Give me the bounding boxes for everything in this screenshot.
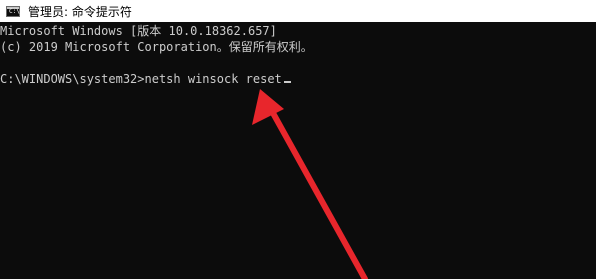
command-prompt-window: C:\ 管理员: 命令提示符 Microsoft Windows [版本 10.… [0, 0, 596, 279]
window-title: 管理员: 命令提示符 [28, 4, 132, 19]
typed-command: netsh winsock reset [144, 72, 282, 86]
title-bar[interactable]: C:\ 管理员: 命令提示符 [0, 0, 596, 22]
console-output[interactable]: Microsoft Windows [版本 10.0.18362.657] (c… [0, 23, 596, 279]
command-line[interactable]: C:\WINDOWS\system32>netsh winsock reset [0, 71, 596, 87]
text-cursor [283, 81, 291, 83]
prompt-path: C:\WINDOWS\system32> [0, 72, 145, 86]
cmd-console-icon: C:\ [6, 5, 20, 17]
copyright-line: (c) 2019 Microsoft Corporation。保留所有权利。 [0, 40, 313, 54]
version-line: Microsoft Windows [版本 10.0.18362.657] [0, 24, 277, 38]
